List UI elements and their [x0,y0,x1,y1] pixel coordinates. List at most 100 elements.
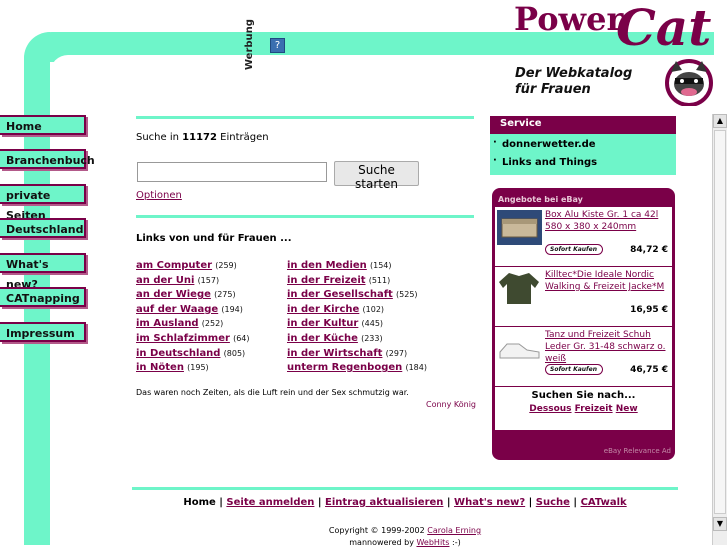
nav-private-seiten[interactable]: private Seiten [0,184,86,222]
category-link[interactable]: in der Freizeit [287,275,366,286]
cat-logo-icon [665,59,713,106]
ebay-item-title[interactable]: Killtec*Die Ideale Nordic Walking & Frei… [545,269,669,303]
quote-author: Conny König [426,400,477,409]
ebay-item-price: 84,72 € [630,245,668,255]
ebay-item-title[interactable]: Box Alu Kiste Gr. 1 ca 42l 580 x 380 x 2… [545,209,669,243]
service-item-donnerwetter[interactable]: donnerwetter.de [490,137,676,155]
service-item-links-and-things[interactable]: Links and Things [490,155,676,173]
category-count: (194) [221,304,243,314]
search-info: Suche in 11172 Einträgen [136,132,269,143]
list-item: unterm Regenbogen (184) [287,361,427,376]
list-item: an der Uni (157) [136,274,250,289]
service-list: donnerwetter.de Links and Things [490,134,676,175]
scroll-down-icon[interactable]: ▼ [713,517,727,531]
list-item: in der Kirche (102) [287,303,427,318]
category-count: (184) [405,363,427,373]
footer-separator: | [525,497,536,508]
ebay-title: Angebote bei eBay [498,195,583,204]
footer-whats-new[interactable]: What's new? [454,497,525,508]
category-link[interactable]: in der Kultur [287,318,358,329]
list-item: im Schlafzimmer (64) [136,332,250,347]
list-item: in der Kultur (445) [287,317,427,332]
list-item: in der Küche (233) [287,332,427,347]
ebay-item[interactable]: Box Alu Kiste Gr. 1 ca 42l 580 x 380 x 2… [495,207,672,267]
ebay-search-title: Suchen Sie nach... [531,390,636,401]
links-title: Links von und für Frauen ... [136,233,292,244]
ebay-item-title[interactable]: Tanz und Freizeit Schuh Leder Gr. 31-48 … [545,329,669,363]
powered-suffix: :-) [449,538,461,547]
footer-suche[interactable]: Suche [536,497,570,508]
footer-eintrag-aktualisieren[interactable]: Eintrag aktualisieren [325,497,443,508]
footer-separator: | [569,497,581,508]
category-count: (259) [215,261,237,270]
nav-catnapping[interactable]: CATnapping [0,287,86,307]
search-button[interactable]: Suche starten [334,161,419,191]
list-item: in der Wirtschaft (297) [287,347,427,362]
list-item: in Deutschland (805) [136,347,250,362]
entry-count: 11172 [182,132,217,143]
ebay-footer: eBay Relevance Ad [603,447,671,455]
sofort-kaufen-badge: Sofort Kaufen [545,244,603,255]
logo-title[interactable]: Power [514,0,623,38]
footer-home[interactable]: Home [183,497,215,508]
footer-nav: Home | Seite anmelden | Eintrag aktualis… [132,497,678,508]
options-link[interactable]: Optionen [136,190,182,201]
category-link[interactable]: in Deutschland [136,348,220,359]
category-link[interactable]: an der Uni [136,275,194,286]
category-link[interactable]: an der Wiege [136,289,211,300]
ebay-search-dessous[interactable]: Dessous [529,404,571,414]
category-link[interactable]: am Computer [136,260,212,271]
category-link[interactable]: in der Kirche [287,304,359,315]
webhits-link[interactable]: WebHits [416,538,449,547]
nav-branchenbuch[interactable]: Branchenbuch [0,149,95,169]
category-count: (102) [362,304,385,314]
nav-home[interactable]: Home [0,115,86,135]
copyright-author-link[interactable]: Carola Erning [427,526,481,535]
footer-catwalk[interactable]: CATwalk [581,497,627,508]
nav-whats-new[interactable]: What's new? [0,253,86,291]
category-count: (297) [385,348,408,358]
sofort-kaufen-badge: Sofort Kaufen [545,364,603,375]
ebay-item[interactable]: Tanz und Freizeit Schuh Leder Gr. 31-48 … [495,327,672,387]
category-link[interactable]: in der Küche [287,333,358,344]
logo-subtitle-line2: für Frauen [515,82,591,97]
vertical-scrollbar[interactable]: ▲ ▼ [712,114,727,545]
category-link[interactable]: im Ausland [136,318,199,329]
scrollbar-thumb[interactable] [714,130,726,514]
ebay-item[interactable]: Killtec*Die Ideale Nordic Walking & Frei… [495,267,672,327]
category-count: (64) [233,333,250,343]
search-input[interactable] [137,162,327,182]
ebay-item-price: 16,95 € [630,305,668,315]
service-box: Service donnerwetter.de Links and Things [490,116,676,175]
category-link[interactable]: im Schlafzimmer [136,333,230,344]
copyright-text: Copyright © 1999-2002 [328,526,428,535]
logo-subtitle-line1: Der Webkatalog [515,66,633,81]
nav-deutschland[interactable]: Deutschland [0,218,86,238]
help-icon[interactable]: ? [270,38,285,53]
divider-middle [136,215,474,218]
category-link[interactable]: auf der Waage [136,304,218,315]
category-count: (252) [201,319,224,329]
category-count: (195) [187,363,209,373]
list-item: auf der Waage (194) [136,303,250,318]
category-link[interactable]: in Nöten [136,362,184,373]
nav-impressum[interactable]: Impressum [0,322,86,342]
footer-seite-anmelden[interactable]: Seite anmelden [226,497,314,508]
search-info-prefix: Suche in [136,132,183,143]
search-info-suffix: Einträgen [216,132,269,143]
category-link[interactable]: unterm Regenbogen [287,362,402,373]
ebay-listings: Box Alu Kiste Gr. 1 ca 42l 580 x 380 x 2… [495,207,672,430]
list-item: in den Medien (154) [287,259,427,274]
ebay-search-new[interactable]: New [616,404,638,414]
logo-cat[interactable]: Cat [616,0,711,57]
category-link[interactable]: in der Wirtschaft [287,348,382,359]
footer-separator: | [443,497,455,508]
list-item: in der Gesellschaft (525) [287,288,427,303]
ebay-search-freizeit[interactable]: Freizeit [575,404,613,414]
category-count: (525) [396,290,418,300]
category-count: (511) [368,275,391,285]
category-link[interactable]: in der Gesellschaft [287,289,393,300]
category-link[interactable]: in den Medien [287,260,367,271]
list-item: am Computer (259) [136,259,250,274]
scroll-up-icon[interactable]: ▲ [713,114,727,128]
